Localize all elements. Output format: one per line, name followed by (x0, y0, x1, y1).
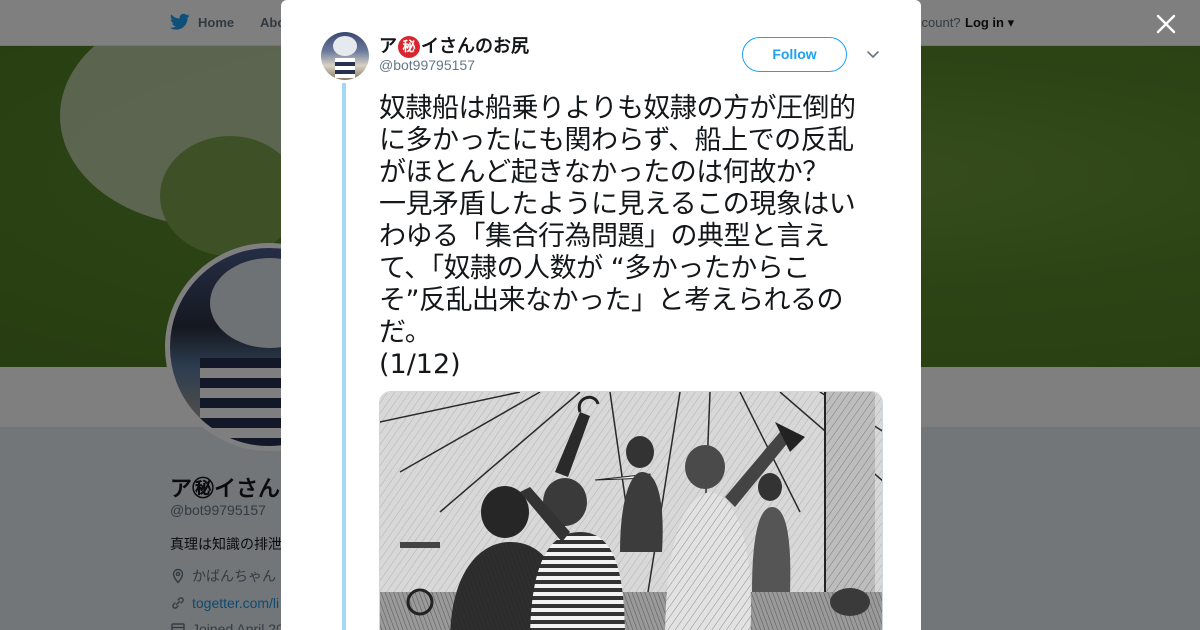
secret-emoji-icon: 秘 (398, 36, 420, 58)
tweet-text-line: がほとんど起きなかったのは何故か？ (379, 157, 829, 188)
chevron-down-icon[interactable] (865, 46, 881, 62)
tweet-text-line: て、「奴隷の人数が “多かったからこ (379, 253, 810, 284)
author-avatar[interactable] (321, 32, 369, 80)
author-avatar-head (333, 36, 357, 56)
follow-button[interactable]: Follow (742, 37, 847, 72)
tweet-text-line: 奴隷船は船乗りよりも奴隷の方が圧倒的 (379, 93, 856, 124)
tweet-media-image[interactable] (379, 391, 883, 630)
tweet-text-line: そ”反乱出来なかった」と考えられるの (379, 285, 844, 316)
tweet-text: 奴隷船は船乗りよりも奴隷の方が圧倒的 に多かったにも関わらず、船上での反乱 がほ… (379, 93, 889, 349)
tweet-text-line: だ。 (379, 317, 432, 348)
author-avatar-body (335, 58, 355, 78)
close-icon[interactable] (1152, 10, 1180, 38)
tweet-text-line: に多かったにも関わらず、船上での反乱 (379, 125, 854, 156)
tweet-modal: ア秘イさんのお尻 @bot99795157 Follow 奴隷船は船乗りよりも奴… (281, 0, 921, 630)
tweet-text-line: 一見矛盾したように見えるこの現象はい (379, 189, 856, 220)
thread-connector-line (342, 83, 346, 630)
author-handle[interactable]: @bot99795157 (379, 57, 475, 73)
author-name-part: イさんのお尻 (421, 36, 529, 56)
thread-counter: (1/12) (379, 349, 461, 380)
tweet-text-line: わゆる「集合行為問題」の典型と言え (379, 221, 830, 252)
slave-ship-revolt-engraving (380, 392, 882, 630)
author-name-part: ア (379, 36, 397, 56)
author-name[interactable]: ア秘イさんのお尻 (379, 32, 529, 58)
